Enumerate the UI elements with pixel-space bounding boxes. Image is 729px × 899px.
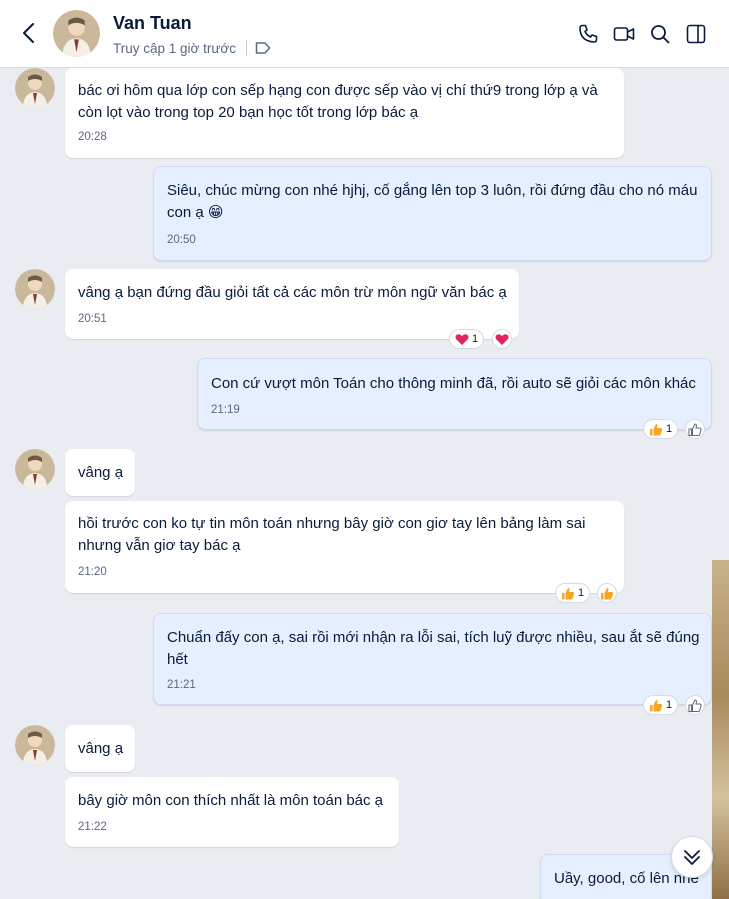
last-seen-status: Truy cập 1 giờ trước [113, 41, 237, 56]
message-bubble-incoming[interactable]: hồi trước con ko tự tin môn toán nhưng b… [65, 501, 624, 593]
message-time: 21:22 [78, 821, 107, 833]
thumbs-up-outline-icon [688, 422, 702, 436]
like-button[interactable] [685, 695, 705, 715]
reaction-summary[interactable]: 1 [555, 583, 591, 603]
message-text: bác ơi hôm qua lớp con sếp hạng con được… [78, 82, 598, 121]
message-time: 21:19 [211, 404, 240, 416]
reaction-summary[interactable]: 1 [643, 695, 679, 715]
message-text: Con cứ vượt môn Toán cho thông minh đã, … [211, 375, 696, 392]
message-time: 20:51 [78, 313, 107, 325]
message-time: 20:50 [167, 234, 196, 246]
video-call-icon[interactable] [612, 22, 636, 46]
reaction-summary[interactable]: 1 [449, 329, 485, 349]
message-text: vâng ạ bạn đứng đầu giỏi tất cả các môn … [78, 284, 507, 301]
message-text: Chuẩn đấy con ạ, sai rồi mới nhận ra lỗi… [167, 629, 700, 668]
message-bubble-incoming[interactable]: vâng ạ [65, 725, 135, 772]
phone-icon[interactable] [576, 22, 600, 46]
message-bubble-incoming[interactable]: bác ơi hôm qua lớp con sếp hạng con được… [65, 68, 624, 158]
message-bubble-outgoing[interactable]: Siêu, chúc mừng con nhé hjhj, cố gắng lê… [153, 166, 712, 261]
grin-emoji-icon: 😁 [207, 204, 224, 221]
double-chevron-down-icon [684, 850, 700, 865]
message-text: hồi trước con ko tự tin môn toán nhưng b… [78, 515, 586, 554]
reaction-count: 1 [666, 699, 673, 711]
thumbs-up-icon [650, 423, 663, 435]
message-time: 21:20 [78, 566, 107, 578]
back-arrow-icon[interactable] [18, 20, 40, 46]
message-bubble-outgoing[interactable]: Chuẩn đấy con ạ, sai rồi mới nhận ra lỗi… [153, 613, 712, 705]
message-bubble-incoming[interactable]: bây giờ môn con thích nhất là môn toán b… [65, 777, 399, 847]
thumbs-up-outline-icon [688, 698, 702, 712]
thumbs-up-icon [601, 587, 614, 599]
message-time: 20:28 [78, 131, 107, 143]
message-text: bây giờ môn con thích nhất là môn toán b… [78, 792, 384, 809]
sender-avatar[interactable] [15, 449, 55, 489]
reaction-summary[interactable]: 1 [643, 419, 679, 439]
sender-avatar[interactable] [15, 269, 55, 309]
tag-icon[interactable] [255, 41, 271, 55]
react-button[interactable] [492, 329, 512, 349]
sender-avatar[interactable] [15, 68, 55, 108]
status-divider [246, 40, 247, 56]
heart-icon [455, 333, 469, 345]
message-text: vâng ạ [78, 464, 124, 481]
message-list[interactable]: bác ơi hôm qua lớp con sếp hạng con được… [0, 68, 729, 899]
reaction-count: 1 [578, 587, 585, 599]
search-icon[interactable] [648, 22, 672, 46]
reaction-count: 1 [666, 423, 673, 435]
contact-avatar[interactable] [53, 10, 100, 57]
message-time: 21:21 [167, 679, 196, 691]
background-edge [712, 560, 729, 899]
like-button[interactable] [685, 419, 705, 439]
like-button[interactable] [597, 583, 617, 603]
side-panel-icon[interactable] [684, 22, 708, 46]
thumbs-up-icon [650, 699, 663, 711]
message-text: Siêu, chúc mừng con nhé hjhj, cố gắng lê… [167, 182, 698, 221]
message-bubble-incoming[interactable]: vâng ạ bạn đứng đầu giỏi tất cả các môn … [65, 269, 519, 339]
heart-icon [495, 333, 509, 345]
scroll-to-bottom-button[interactable] [671, 836, 713, 878]
message-bubble-incoming[interactable]: vâng ạ [65, 449, 135, 496]
thumbs-up-icon [562, 587, 575, 599]
contact-name: Van Tuan [113, 13, 192, 33]
reaction-count: 1 [472, 333, 479, 345]
message-bubble-outgoing[interactable]: Con cứ vượt môn Toán cho thông minh đã, … [197, 358, 712, 430]
message-text: vâng ạ [78, 740, 124, 757]
sender-avatar[interactable] [15, 725, 55, 765]
chat-header: Van Tuan Truy cập 1 giờ trước [0, 0, 729, 68]
